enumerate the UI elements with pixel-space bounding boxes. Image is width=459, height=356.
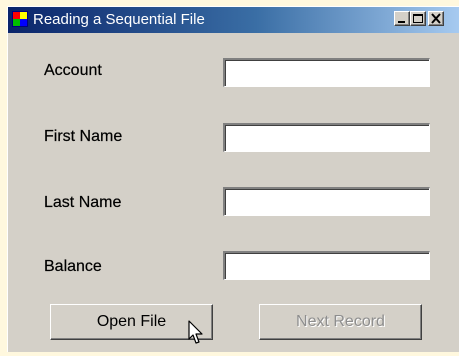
balance-label: Balance: [44, 258, 102, 275]
minimize-icon: [398, 21, 405, 23]
close-icon: [431, 13, 441, 24]
maximize-icon: [413, 14, 423, 23]
main-window: Reading a Sequential File Account First …: [7, 6, 459, 352]
first-name-label: First Name: [44, 128, 123, 145]
balance-input[interactable]: [223, 251, 430, 280]
close-button[interactable]: [428, 11, 444, 26]
next-record-button[interactable]: Next Record: [259, 304, 422, 340]
first-name-input[interactable]: [223, 123, 430, 152]
app-icon: [12, 11, 28, 27]
window-title: Reading a Sequential File: [33, 11, 205, 28]
account-input[interactable]: [223, 58, 430, 87]
mouse-cursor-icon: [188, 320, 203, 344]
title-bar[interactable]: Reading a Sequential File: [8, 7, 459, 33]
last-name-input[interactable]: [223, 187, 430, 216]
last-name-label: Last Name: [44, 194, 122, 211]
minimize-button[interactable]: [394, 11, 410, 26]
maximize-button[interactable]: [410, 11, 426, 26]
account-label: Account: [44, 62, 102, 79]
